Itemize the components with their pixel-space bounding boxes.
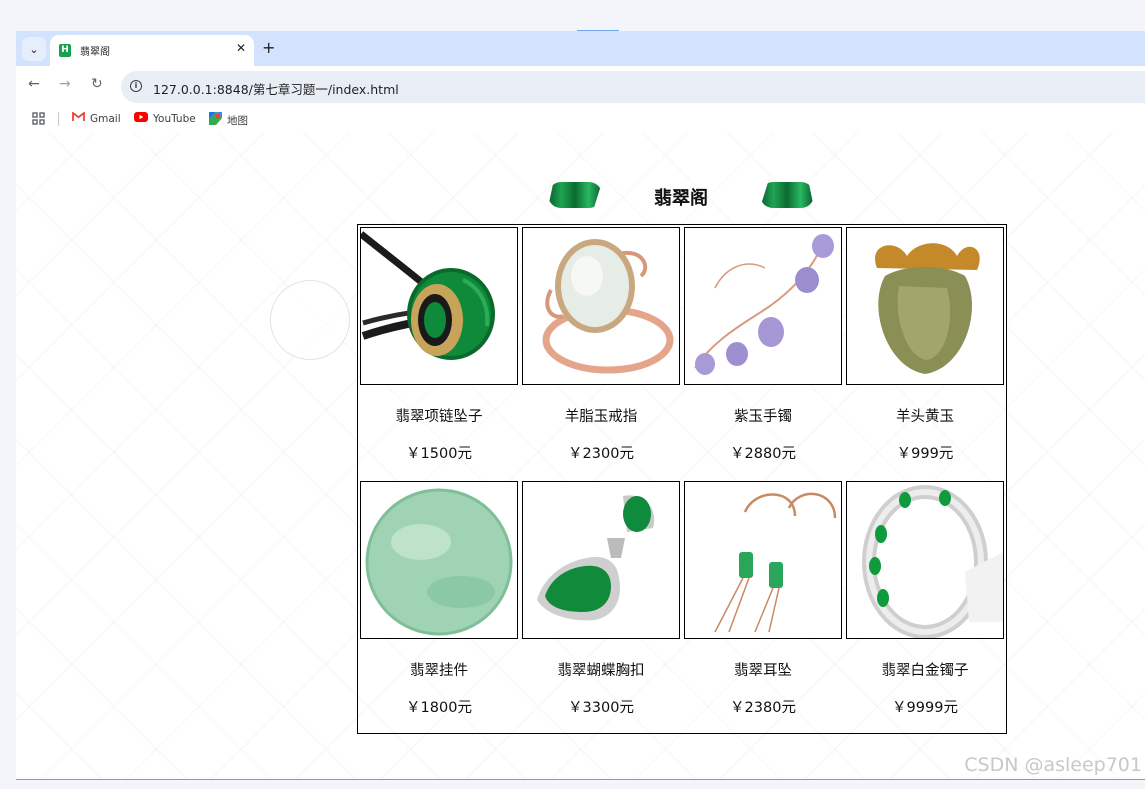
white-jade-ring-image[interactable]	[522, 227, 680, 385]
product-name: 羊头黄玉	[896, 409, 954, 425]
purple-jade-bracelet-image[interactable]	[684, 227, 842, 385]
bottom-border	[16, 779, 1145, 780]
product-table: 翡翠项链坠子 ￥1500元 羊脂玉戒指 ￥2300元 紫玉手镯 ￥2880元 羊…	[357, 224, 1007, 734]
jade-decoration-right	[760, 182, 814, 208]
product-name: 紫玉手镯	[734, 409, 792, 425]
watermark: CSDN @asleep701	[964, 754, 1142, 776]
tab-close-icon[interactable]: ✕	[236, 41, 246, 55]
gmail-icon	[72, 111, 85, 125]
back-button[interactable]: ←	[28, 76, 40, 92]
maps-icon	[209, 112, 222, 128]
product-price: ￥9999元	[892, 700, 958, 716]
product-price: ￥2880元	[730, 446, 796, 462]
bookmark-maps[interactable]: 地图	[209, 112, 248, 128]
product-name: 翡翠蝴蝶胸扣	[557, 663, 645, 679]
product-price: ￥1500元	[406, 446, 472, 462]
url-text[interactable]: 127.0.0.1:8848/第七章习题一/index.html	[153, 79, 399, 98]
jade-earrings-image[interactable]	[684, 481, 842, 639]
product-name: 翡翠挂件	[410, 663, 468, 679]
product-name: 翡翠耳坠	[734, 663, 792, 679]
address-bar[interactable]: i 127.0.0.1:8848/第七章习题一/index.html	[121, 71, 1145, 103]
product-price: ￥999元	[896, 446, 954, 462]
tab-title: 翡翠阁	[80, 47, 110, 58]
platinum-jade-bangle-image[interactable]	[846, 481, 1004, 639]
nav-bar: ← → ↻ i 127.0.0.1:8848/第七章习题一/index.html	[16, 66, 1145, 106]
tab-bar: ⌄ H 翡翠阁 ✕ +	[16, 31, 1145, 66]
product-price: ￥2380元	[730, 700, 796, 716]
chevron-down-icon: ⌄	[29, 42, 39, 56]
tab-search-button[interactable]: ⌄	[22, 37, 46, 61]
page-heading: 翡翠阁	[548, 182, 814, 209]
apps-grid-icon[interactable]	[32, 112, 45, 125]
jade-ring-pendant-image[interactable]	[360, 227, 518, 385]
site-info-icon[interactable]: i	[130, 80, 142, 92]
reload-button[interactable]: ↻	[91, 76, 103, 92]
product-name: 翡翠项链坠子	[395, 409, 483, 425]
round-jade-pendant-image[interactable]	[360, 481, 518, 639]
yellow-jade-carving-image[interactable]	[846, 227, 1004, 385]
floating-circle	[270, 280, 350, 360]
product-price: ￥3300元	[568, 700, 634, 716]
product-price: ￥2300元	[568, 446, 634, 462]
product-name: 翡翠白金镯子	[881, 663, 969, 679]
jade-brooch-image[interactable]	[522, 481, 680, 639]
forward-button[interactable]: →	[59, 76, 71, 92]
bookmarks-separator	[58, 112, 59, 126]
product-name: 羊脂玉戒指	[564, 409, 638, 425]
new-tab-button[interactable]: +	[262, 38, 275, 57]
os-top-strip	[0, 0, 1145, 32]
youtube-icon	[134, 112, 148, 125]
bookmark-youtube[interactable]: YouTube	[134, 112, 196, 125]
bookmark-gmail[interactable]: Gmail	[72, 111, 121, 125]
browser-window: ⌄ H 翡翠阁 ✕ + ← → ↻ i 127.0.0.1:8848/第七章习题…	[16, 31, 1145, 780]
product-price: ￥1800元	[406, 700, 472, 716]
page-content: 翡翠阁 翡翠项链坠子 ￥1500元 羊脂玉戒指 ￥2300元 紫玉手镯 ￥288…	[16, 132, 1145, 780]
bookmarks-bar: Gmail YouTube 地图	[16, 106, 1145, 132]
favicon-icon: H	[59, 44, 71, 57]
tab-active[interactable]: H 翡翠阁 ✕	[50, 35, 254, 66]
